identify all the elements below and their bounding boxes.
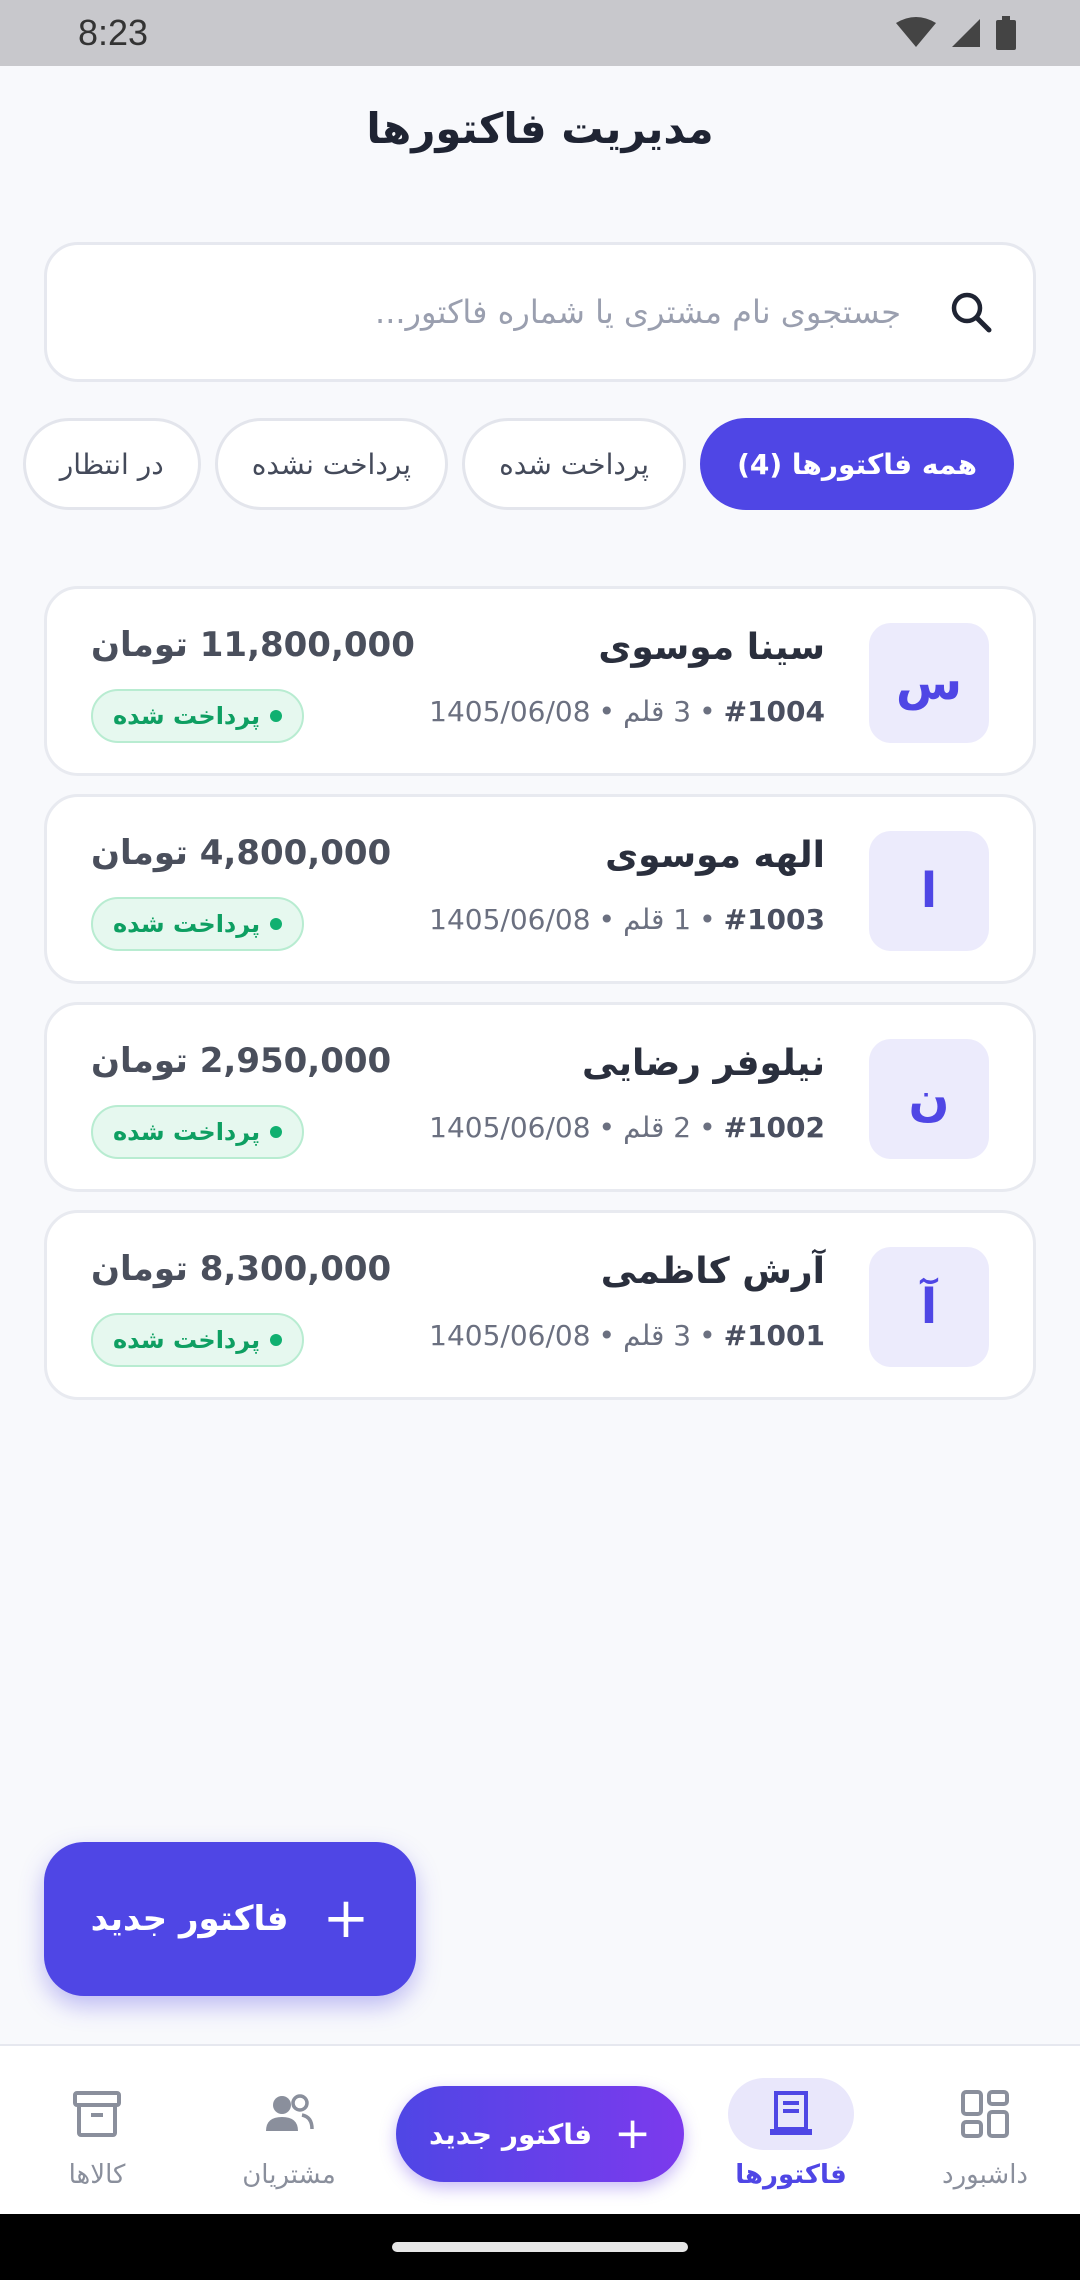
filter-all[interactable]: همه فاکتورها (4)	[700, 418, 1014, 510]
nav-icon-container	[922, 2078, 1048, 2150]
invoice-items: 1 قلم	[623, 903, 692, 936]
home-gesture-pill[interactable]	[392, 2242, 688, 2252]
status-dot-icon	[270, 710, 283, 722]
invoice-number: #1003	[723, 903, 825, 936]
invoice-card[interactable]: س سینا موسوی #1004 • 3 قلم • 1405/06/08 …	[44, 586, 1036, 776]
status-label: پرداخت شده	[113, 1118, 261, 1146]
invoice-meta: #1004 • 3 قلم • 1405/06/08	[429, 695, 825, 728]
nav-new-invoice-label: فاکتور جدید	[429, 2117, 593, 2151]
users-icon	[266, 2094, 314, 2131]
signal-icon	[952, 19, 980, 47]
invoice-number: #1002	[723, 1111, 825, 1144]
nav-dashboard[interactable]: داشبورد	[900, 2078, 1070, 2190]
filter-chips: همه فاکتورها (4) پرداخت شده پرداخت نشده …	[22, 418, 1014, 510]
battery-icon	[996, 16, 1016, 50]
nav-invoices-label: فاکتورها	[735, 2160, 847, 2190]
customer-avatar: س	[869, 623, 989, 743]
status-bar: 8:23	[0, 0, 1080, 66]
meta-separator: •	[598, 1111, 616, 1144]
invoice-date: 1405/06/08	[429, 1319, 591, 1352]
invoice-items: 3 قلم	[623, 1319, 692, 1352]
customer-name: سینا موسوی	[598, 627, 825, 668]
invoice-meta: #1003 • 1 قلم • 1405/06/08	[429, 903, 825, 936]
search-box[interactable]	[44, 242, 1036, 382]
meta-separator: •	[699, 1111, 716, 1144]
status-label: پرداخت شده	[113, 910, 261, 938]
plus-icon: +	[614, 2108, 651, 2159]
filter-paid[interactable]: پرداخت شده	[462, 418, 687, 510]
meta-separator: •	[598, 695, 616, 728]
invoice-items: 3 قلم	[623, 695, 692, 728]
dashboard-icon	[961, 2090, 1009, 2138]
invoice-number: #1001	[723, 1319, 825, 1352]
system-nav-bar	[0, 2214, 1080, 2280]
nav-customers[interactable]: مشتریان	[204, 2078, 374, 2190]
new-invoice-fab[interactable]: + فاکتور جدید	[44, 1842, 416, 1996]
status-badge: پرداخت شده	[91, 897, 305, 951]
invoice-number: #1004	[723, 695, 825, 728]
status-label: پرداخت شده	[113, 702, 261, 730]
nav-dashboard-label: داشبورد	[942, 2160, 1028, 2190]
nav-icon-container	[226, 2078, 352, 2150]
archive-box-icon	[73, 2091, 121, 2137]
invoice-date: 1405/06/08	[429, 903, 591, 936]
nav-customers-label: مشتریان	[242, 2160, 336, 2190]
nav-icon-container	[728, 2078, 854, 2150]
meta-separator: •	[699, 695, 716, 728]
status-badge: پرداخت شده	[91, 1313, 305, 1367]
meta-separator: •	[598, 1319, 616, 1352]
customer-avatar: آ	[869, 1247, 989, 1367]
invoice-card[interactable]: آ آرش کاظمی #1001 • 3 قلم • 1405/06/08 8…	[44, 1210, 1036, 1400]
plus-icon: +	[322, 1886, 370, 1951]
invoice-card[interactable]: ا الهه موسوی #1003 • 1 قلم • 1405/06/08 …	[44, 794, 1036, 984]
status-badge: پرداخت شده	[91, 689, 305, 743]
customer-name: آرش کاظمی	[600, 1251, 825, 1292]
status-badge: پرداخت شده	[91, 1105, 305, 1159]
nav-products[interactable]: کالاها	[12, 2078, 182, 2190]
filter-pending[interactable]: در انتظار	[22, 418, 201, 510]
invoice-date: 1405/06/08	[429, 1111, 591, 1144]
customer-name: الهه موسوی	[605, 835, 825, 876]
status-time: 8:23	[78, 12, 149, 53]
status-dot-icon	[270, 1334, 283, 1346]
fab-label: فاکتور جدید	[90, 1899, 289, 1939]
invoice-amount: 4,800,000 تومان	[91, 833, 392, 873]
nav-new-invoice-button[interactable]: + فاکتور جدید	[396, 2086, 684, 2182]
page-title: مدیریت فاکتورها	[366, 104, 714, 153]
receipt-icon	[770, 2091, 812, 2135]
nav-invoices[interactable]: فاکتورها	[706, 2078, 876, 2190]
invoice-date: 1405/06/08	[429, 695, 591, 728]
search-icon[interactable]	[949, 290, 993, 334]
bottom-nav: داشبورد فاکتورها + فاکتور جدید مشتریان ک…	[0, 2044, 1080, 2214]
search-input[interactable]	[87, 293, 901, 331]
nav-products-label: کالاها	[68, 2160, 126, 2190]
status-label: پرداخت شده	[113, 1326, 261, 1354]
invoice-card[interactable]: ن نیلوفر رضایی #1002 • 2 قلم • 1405/06/0…	[44, 1002, 1036, 1192]
customer-avatar: ن	[869, 1039, 989, 1159]
status-dot-icon	[270, 1126, 283, 1138]
meta-separator: •	[699, 903, 716, 936]
invoice-meta: #1002 • 2 قلم • 1405/06/08	[429, 1111, 825, 1144]
meta-separator: •	[699, 1319, 716, 1352]
wifi-icon	[896, 17, 936, 47]
invoice-amount: 8,300,000 تومان	[91, 1249, 392, 1289]
invoice-amount: 11,800,000 تومان	[91, 625, 415, 665]
invoice-list: س سینا موسوی #1004 • 3 قلم • 1405/06/08 …	[44, 586, 1036, 1418]
invoice-meta: #1001 • 3 قلم • 1405/06/08	[429, 1319, 825, 1352]
filter-unpaid[interactable]: پرداخت نشده	[214, 418, 449, 510]
status-dot-icon	[270, 918, 283, 930]
status-icons	[896, 16, 1016, 50]
customer-name: نیلوفر رضایی	[582, 1043, 825, 1084]
customer-avatar: ا	[869, 831, 989, 951]
invoice-amount: 2,950,000 تومان	[91, 1041, 392, 1081]
meta-separator: •	[598, 903, 616, 936]
invoice-items: 2 قلم	[623, 1111, 692, 1144]
nav-icon-container	[34, 2078, 160, 2150]
